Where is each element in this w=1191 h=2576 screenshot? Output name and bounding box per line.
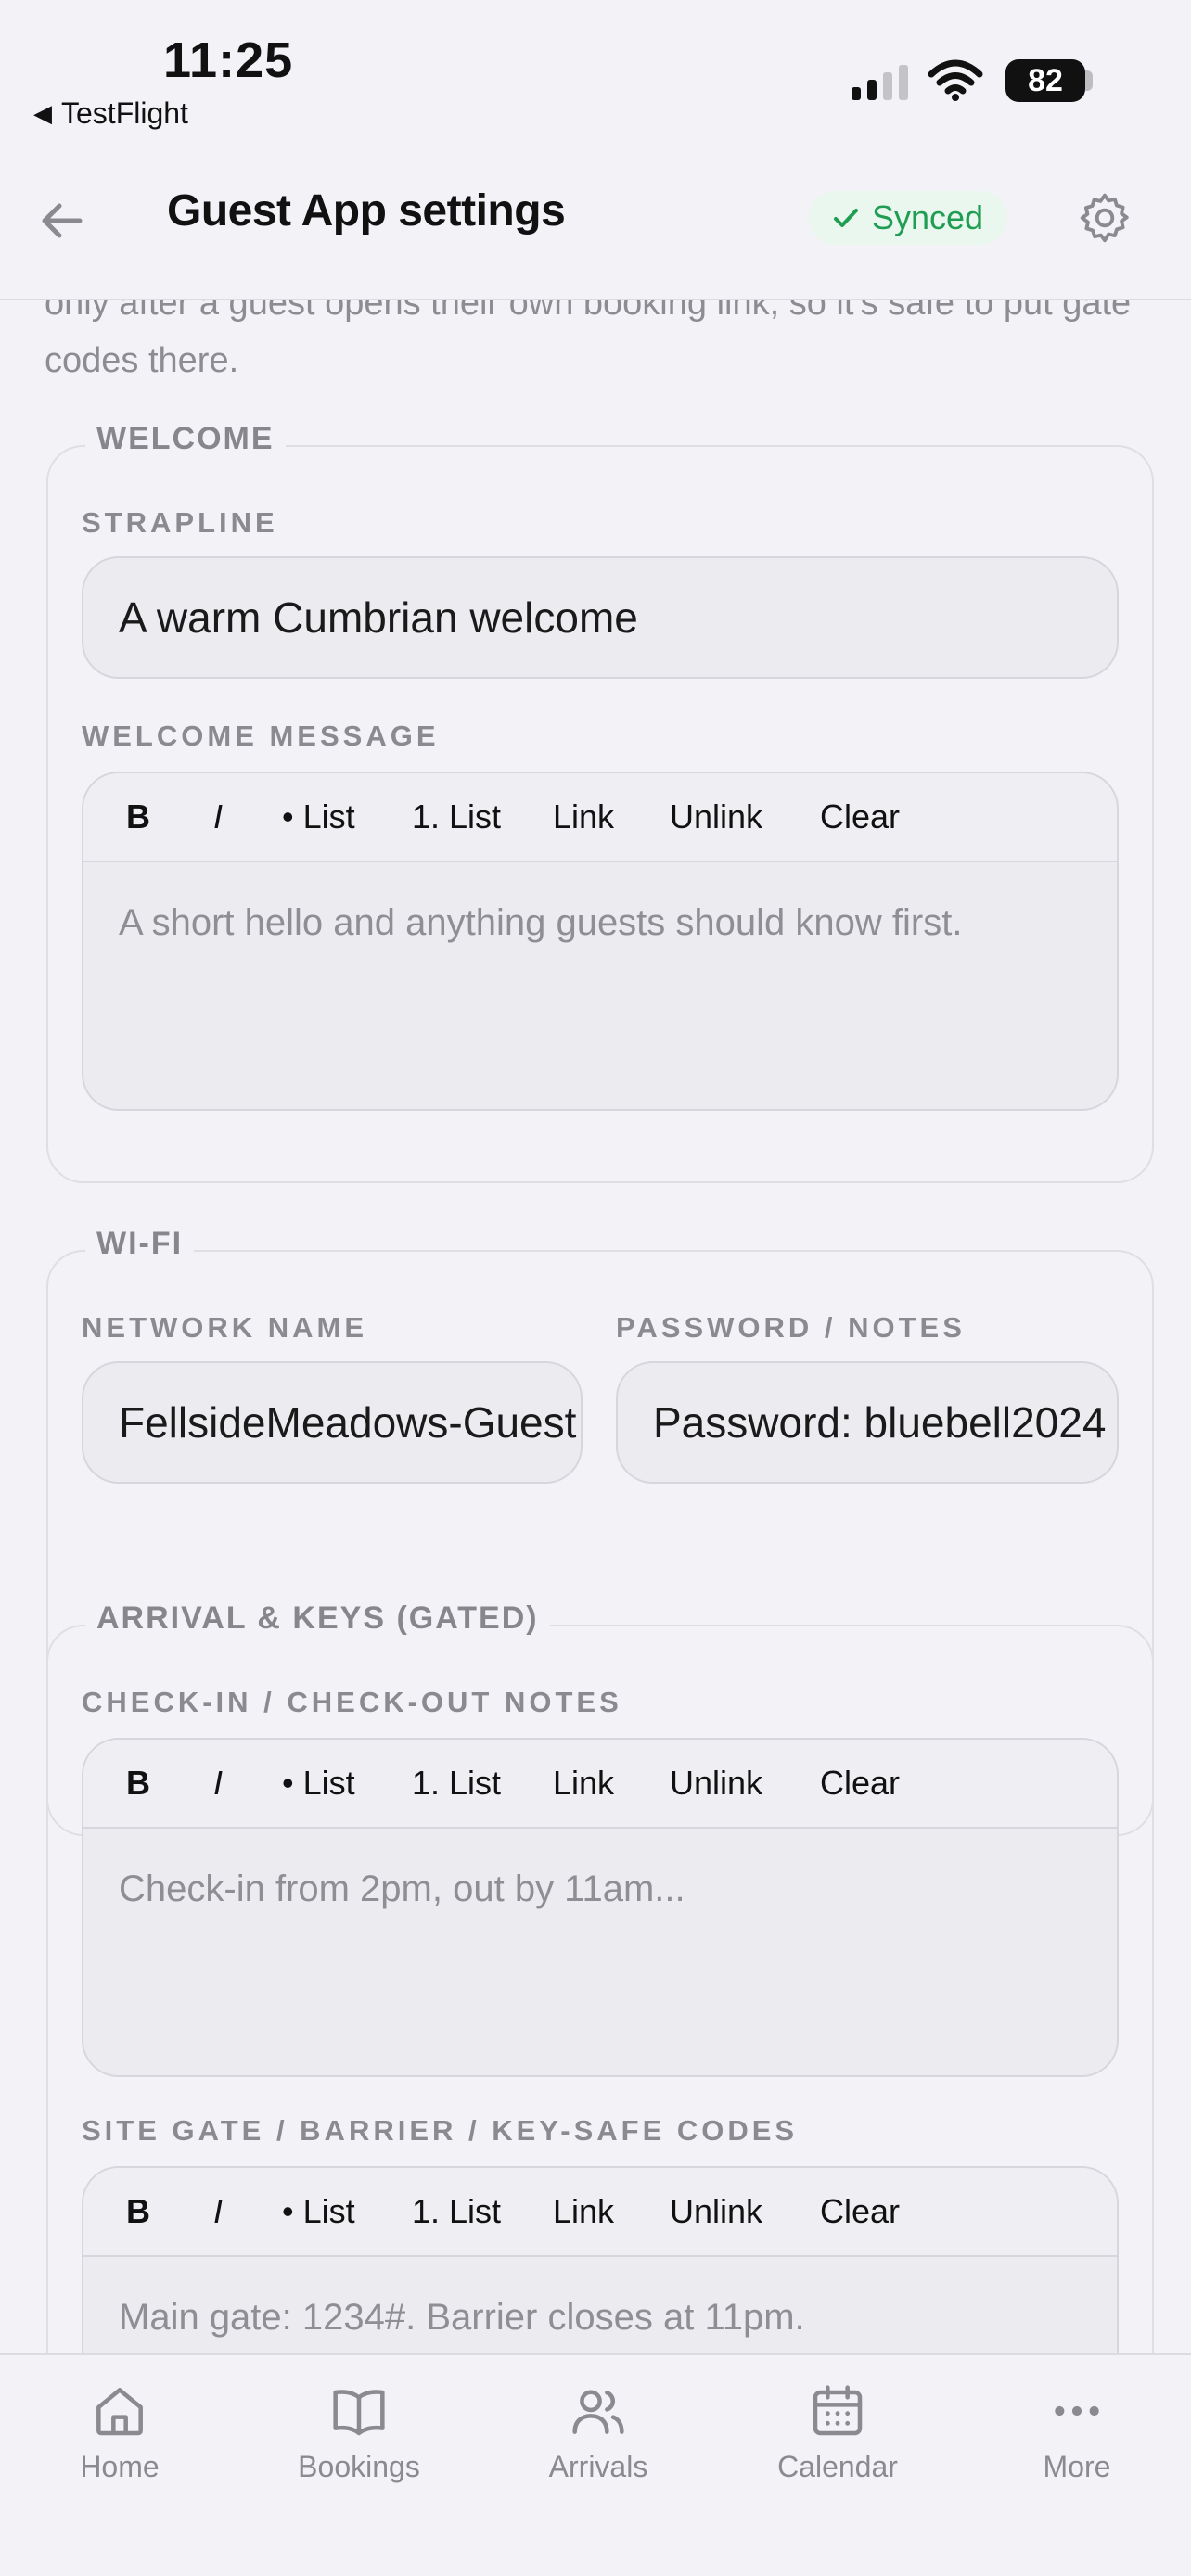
tab-bookings[interactable]: Bookings: [266, 2381, 452, 2484]
italic-button[interactable]: I: [213, 797, 282, 836]
numbered-list-button[interactable]: 1. List: [412, 1764, 553, 1803]
password-notes-input[interactable]: Password: bluebell2024: [616, 1361, 1119, 1484]
unlink-button[interactable]: Unlink: [670, 797, 820, 836]
bold-button[interactable]: B: [126, 1764, 213, 1803]
tab-home-label: Home: [80, 2450, 160, 2483]
bullet-list-button[interactable]: • List: [282, 2192, 412, 2231]
clear-button[interactable]: Clear: [820, 797, 900, 836]
clear-button[interactable]: Clear: [820, 1764, 900, 1803]
back-arrow-icon[interactable]: [33, 193, 89, 249]
checkin-notes-placeholder: Check-in from 2pm, out by 11am...: [119, 1868, 685, 1909]
clear-button[interactable]: Clear: [820, 2192, 900, 2231]
bullet-list-button[interactable]: • List: [282, 797, 412, 836]
editor-toolbar: B I • List 1. List Link Unlink Clear: [83, 773, 1117, 862]
italic-button[interactable]: I: [213, 1764, 282, 1803]
bullet-list-button[interactable]: • List: [282, 1764, 412, 1803]
users-icon: [572, 2390, 624, 2434]
book-icon: [333, 2390, 385, 2436]
tab-home[interactable]: Home: [27, 2381, 212, 2484]
password-notes-label: PASSWORD / NOTES: [616, 1311, 966, 1344]
tab-arrivals[interactable]: Arrivals: [506, 2381, 691, 2484]
sync-status-label: Synced: [872, 198, 984, 236]
italic-button[interactable]: I: [213, 2192, 282, 2231]
welcome-section-title: WELCOME: [85, 421, 286, 457]
unlink-button[interactable]: Unlink: [670, 2192, 820, 2231]
wifi-section-title: WI-FI: [85, 1226, 195, 1262]
home-icon: [96, 2388, 143, 2436]
tab-calendar[interactable]: Calendar: [745, 2381, 930, 2484]
tab-more-label: More: [1043, 2450, 1111, 2483]
more-icon: [1055, 2405, 1099, 2417]
arrival-section-title: ARRIVAL & KEYS (GATED): [85, 1600, 550, 1637]
back-triangle-icon: ◀: [33, 99, 52, 127]
back-to-app-link[interactable]: ◀ TestFlight: [33, 96, 188, 131]
numbered-list-button[interactable]: 1. List: [412, 797, 553, 836]
link-button[interactable]: Link: [553, 2192, 670, 2231]
strapline-input[interactable]: A warm Cumbrian welcome: [82, 556, 1119, 679]
strapline-label: STRAPLINE: [82, 506, 278, 539]
checkin-notes-label: CHECK-IN / CHECK-OUT NOTES: [82, 1686, 622, 1718]
sync-status-badge: Synced: [809, 191, 1008, 245]
bold-button[interactable]: B: [126, 2192, 213, 2231]
status-bar: 11:25 ◀ TestFlight 82: [0, 0, 1191, 148]
tab-calendar-label: Calendar: [777, 2450, 898, 2483]
welcome-section: WELCOME STRAPLINE A warm Cumbrian welcom…: [46, 421, 1154, 1183]
link-button[interactable]: Link: [553, 1764, 670, 1803]
numbered-list-button[interactable]: 1. List: [412, 2192, 553, 2231]
back-app-label: TestFlight: [61, 96, 188, 130]
editor-toolbar: B I • List 1. List Link Unlink Clear: [83, 1740, 1117, 1829]
bold-button[interactable]: B: [126, 797, 213, 836]
app-header: Guest App settings Synced: [0, 148, 1191, 300]
gate-codes-label: SITE GATE / BARRIER / KEY-SAFE CODES: [82, 2114, 799, 2147]
cellular-signal-icon: [852, 65, 908, 100]
wifi-icon: [928, 59, 983, 101]
battery-indicator: 82: [1005, 59, 1085, 102]
network-name-input[interactable]: FellsideMeadows-Guest: [82, 1361, 583, 1484]
tab-more[interactable]: More: [984, 2381, 1170, 2484]
checkin-notes-editor[interactable]: B I • List 1. List Link Unlink Clear Che…: [82, 1738, 1119, 2077]
editor-toolbar: B I • List 1. List Link Unlink Clear: [83, 2168, 1117, 2257]
tab-bookings-label: Bookings: [298, 2450, 420, 2483]
welcome-message-editor[interactable]: B I • List 1. List Link Unlink Clear A s…: [82, 772, 1119, 1111]
unlink-button[interactable]: Unlink: [670, 1764, 820, 1803]
welcome-message-placeholder: A short hello and anything guests should…: [119, 902, 963, 943]
tab-arrivals-label: Arrivals: [548, 2450, 648, 2483]
link-button[interactable]: Link: [553, 797, 670, 836]
bottom-tab-bar: Home Bookings Arrivals Calendar More: [0, 2353, 1191, 2576]
check-icon: [834, 209, 858, 227]
calendar-icon: [813, 2385, 863, 2436]
status-time: 11:25: [163, 32, 294, 88]
page-title: Guest App settings: [167, 186, 566, 236]
battery-cap: [1085, 70, 1093, 91]
welcome-message-label: WELCOME MESSAGE: [82, 720, 440, 752]
gear-icon[interactable]: [1076, 189, 1133, 247]
network-name-label: NETWORK NAME: [82, 1311, 368, 1344]
